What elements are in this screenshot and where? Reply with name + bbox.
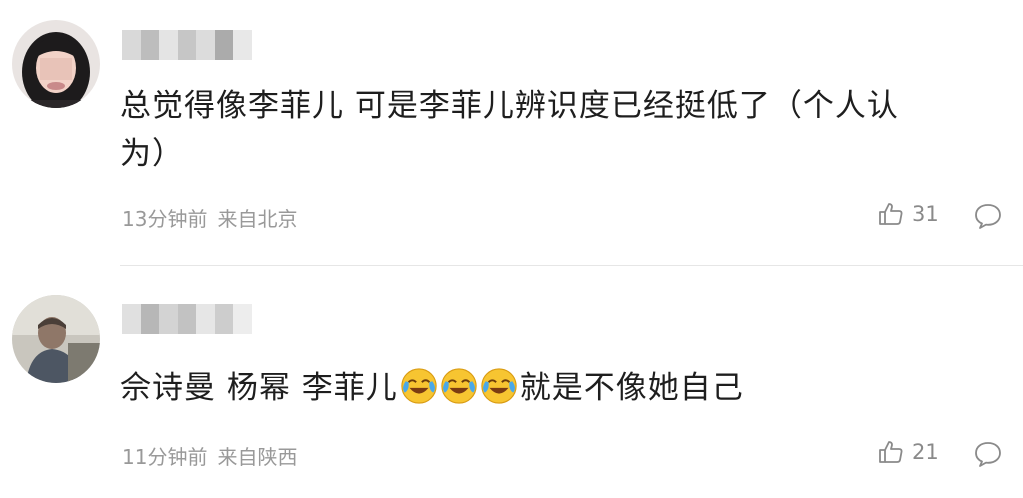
like-button[interactable]: 21 xyxy=(878,439,939,465)
comment-item: 总觉得像李菲儿 可是李菲儿辨识度已经挺低了（个人认为） 13分钟前 来自北京 31 xyxy=(0,0,1023,266)
comment-meta: 13分钟前 来自北京 xyxy=(122,203,297,232)
like-count: 21 xyxy=(912,440,939,464)
comment-text: 总觉得像李菲儿 可是李菲儿辨识度已经挺低了（个人认为） xyxy=(120,88,899,172)
comment-text: 佘诗曼 杨幂 李菲儿 就是不像她自己 xyxy=(120,364,943,412)
comment-location: 来自陕西 xyxy=(217,445,298,469)
comment-bubble-icon xyxy=(975,204,1001,229)
reply-button[interactable] xyxy=(973,202,1003,234)
reply-button[interactable] xyxy=(973,440,1003,472)
comment-text-after: 就是不像她自己 xyxy=(519,370,744,406)
comment-bubble-icon xyxy=(975,442,1001,467)
comment-time: 13分钟前 xyxy=(122,207,208,231)
username-blurred[interactable] xyxy=(122,30,253,60)
laugh-cry-emoji-icon xyxy=(481,367,517,404)
username-blurred[interactable] xyxy=(122,304,253,334)
emoji-group xyxy=(400,367,518,405)
avatar[interactable] xyxy=(12,295,100,383)
like-button[interactable]: 31 xyxy=(878,201,939,227)
comment-location: 来自北京 xyxy=(217,207,298,231)
comment-text-before: 佘诗曼 杨幂 李菲儿 xyxy=(120,370,398,406)
comment-time: 11分钟前 xyxy=(122,445,208,469)
comment-item: 佘诗曼 杨幂 李菲儿 就是不像她自己 11分钟前 来自陕西 21 xyxy=(0,266,1023,498)
laugh-cry-emoji-icon xyxy=(401,367,437,404)
like-count: 31 xyxy=(912,202,939,226)
comment-meta: 11分钟前 来自陕西 xyxy=(122,441,297,470)
laugh-cry-emoji-icon xyxy=(441,367,477,404)
avatar[interactable] xyxy=(12,20,100,108)
thumbs-up-icon xyxy=(879,203,903,225)
thumbs-up-icon xyxy=(879,441,903,463)
